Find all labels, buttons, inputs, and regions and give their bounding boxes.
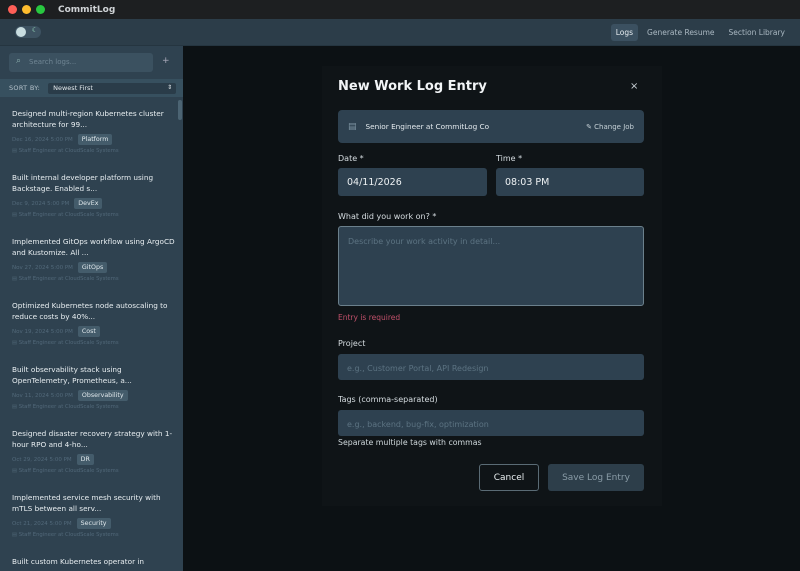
entry-date: Oct 21, 2024 5:00 PM xyxy=(12,520,72,527)
main-nav: Logs Generate Resume Section Library xyxy=(610,23,790,41)
entry-title: Optimized Kubernetes node autoscaling to… xyxy=(12,301,168,321)
date-label: Date * xyxy=(338,154,364,163)
job-card: ▤ Senior Engineer at CommitLog Co ✎ Chan… xyxy=(338,110,644,143)
log-entry[interactable]: Optimized Kubernetes node autoscaling to… xyxy=(12,301,177,365)
entry-date: Nov 27, 2024 5:00 PM xyxy=(12,264,73,271)
log-entry[interactable]: Designed multi-region Kubernetes cluster… xyxy=(12,109,177,173)
new-entry-modal: New Work Log Entry × ▤ Senior Engineer a… xyxy=(322,66,662,506)
modal-title: New Work Log Entry xyxy=(338,79,487,94)
app-title: CommitLog xyxy=(58,4,116,15)
theme-toggle[interactable]: ☾ xyxy=(15,26,41,38)
entry-title: Designed multi-region Kubernetes cluster… xyxy=(12,109,164,129)
entry-date: Dec 9, 2024 5:00 PM xyxy=(12,200,70,207)
entry-date: Dec 16, 2024 5:00 PM xyxy=(12,136,73,143)
log-entry[interactable]: Built custom Kubernetes operator in xyxy=(12,557,177,568)
entry-tag: Security xyxy=(76,518,111,529)
entry-date: Nov 11, 2024 5:00 PM xyxy=(12,392,73,399)
entry-title: Implemented GitOps workflow using ArgoCD… xyxy=(12,237,175,257)
nav-logs[interactable]: Logs xyxy=(610,23,639,41)
nav-generate-resume[interactable]: Generate Resume xyxy=(642,24,719,41)
entry-tag: Platform xyxy=(77,134,113,145)
briefcase-icon: ▤ xyxy=(12,532,19,538)
log-entry[interactable]: Designed disaster recovery strategy with… xyxy=(12,429,177,493)
job-title: Senior Engineer at CommitLog Co xyxy=(365,122,490,131)
save-log-entry-button[interactable]: Save Log Entry xyxy=(548,464,644,491)
change-job-button[interactable]: ✎ Change Job xyxy=(586,123,634,131)
entry-tag: DR xyxy=(76,454,94,465)
sort-bar: SORT BY: Newest First ⇕ xyxy=(0,79,183,97)
tags-label: Tags (comma-separated) xyxy=(338,395,438,404)
log-entry[interactable]: Built observability stack using OpenTele… xyxy=(12,365,177,429)
title-bar: CommitLog xyxy=(0,0,800,19)
log-entry[interactable]: Implemented GitOps workflow using ArgoCD… xyxy=(12,237,177,301)
log-entry[interactable]: Implemented service mesh security with m… xyxy=(12,493,177,557)
entry-date: Oct 29, 2024 5:00 PM xyxy=(12,456,72,463)
entry-tag: Cost xyxy=(77,326,100,337)
tags-hint: Separate multiple tags with commas xyxy=(338,438,482,447)
entry-title: Built observability stack using OpenTele… xyxy=(12,365,132,385)
add-log-button[interactable]: + xyxy=(162,56,170,66)
search-input[interactable]: ⌕ Search logs... xyxy=(9,53,153,72)
moon-icon: ☾ xyxy=(31,26,38,34)
maximize-window-button[interactable] xyxy=(36,5,45,14)
entry-job: ▤ Staff Engineer at CloudScale Systems xyxy=(12,468,119,474)
entry-job: ▤ Staff Engineer at CloudScale Systems xyxy=(12,212,119,218)
briefcase-icon: ▤ xyxy=(12,340,19,346)
error-message: Entry is required xyxy=(338,313,401,322)
entry-title: Built custom Kubernetes operator in xyxy=(12,557,145,566)
briefcase-icon: ▤ xyxy=(12,404,19,410)
project-input[interactable]: e.g., Customer Portal, API Redesign xyxy=(338,354,644,380)
scrollbar[interactable] xyxy=(178,100,182,120)
entry-tag: DevEx xyxy=(74,198,103,209)
app-header: ☾ Logs Generate Resume Section Library xyxy=(0,19,800,46)
close-window-button[interactable] xyxy=(8,5,17,14)
briefcase-icon: ▤ xyxy=(12,276,19,282)
cancel-button[interactable]: Cancel xyxy=(479,464,539,491)
close-icon[interactable]: × xyxy=(630,81,638,92)
entry-title: Built internal developer platform using … xyxy=(12,173,154,193)
date-field[interactable]: 04/11/2026 xyxy=(338,168,487,196)
work-textarea[interactable]: Describe your work activity in detail... xyxy=(338,226,644,306)
minimize-window-button[interactable] xyxy=(22,5,31,14)
nav-section-library[interactable]: Section Library xyxy=(724,24,790,41)
briefcase-icon: ▤ xyxy=(348,121,357,132)
entry-job: ▤ Staff Engineer at CloudScale Systems xyxy=(12,340,119,346)
entry-title: Designed disaster recovery strategy with… xyxy=(12,429,173,449)
entry-date: Nov 19, 2024 5:00 PM xyxy=(12,328,73,335)
search-icon: ⌕ xyxy=(16,56,22,66)
entry-job: ▤ Staff Engineer at CloudScale Systems xyxy=(12,148,119,154)
time-field[interactable]: 08:03 PM xyxy=(496,168,644,196)
entry-title: Implemented service mesh security with m… xyxy=(12,493,161,513)
entry-job: ▤ Staff Engineer at CloudScale Systems xyxy=(12,276,119,282)
log-list: Designed multi-region Kubernetes cluster… xyxy=(12,109,177,568)
entry-tag: Observability xyxy=(77,390,128,401)
sidebar: ⌕ Search logs... + SORT BY: Newest First ⇕… xyxy=(0,46,183,571)
time-label: Time * xyxy=(496,154,523,163)
briefcase-icon: ▤ xyxy=(12,468,19,474)
entry-job: ▤ Staff Engineer at CloudScale Systems xyxy=(12,404,119,410)
sort-label: SORT BY: xyxy=(9,84,41,92)
briefcase-icon: ▤ xyxy=(12,212,19,218)
tags-input[interactable]: e.g., backend, bug-fix, optimization xyxy=(338,410,644,436)
edit-icon: ✎ xyxy=(586,122,595,131)
log-entry[interactable]: Built internal developer platform using … xyxy=(12,173,177,237)
entry-tag: GitOps xyxy=(77,262,108,273)
work-label: What did you work on? * xyxy=(338,212,437,221)
chevron-updown-icon: ⇕ xyxy=(167,83,173,91)
briefcase-icon: ▤ xyxy=(12,148,19,154)
entry-job: ▤ Staff Engineer at CloudScale Systems xyxy=(12,532,119,538)
sort-select[interactable]: Newest First ⇕ xyxy=(48,82,177,94)
project-label: Project xyxy=(338,339,366,348)
